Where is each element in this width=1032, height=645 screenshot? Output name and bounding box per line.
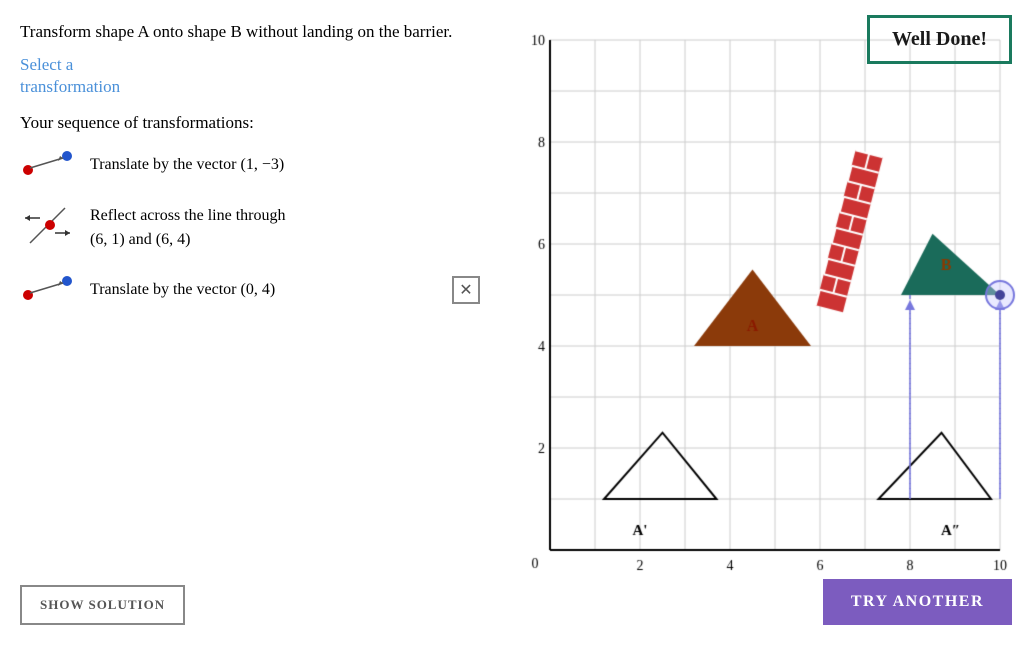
delete-button-3[interactable]: ✕: [452, 276, 480, 304]
transformation-item-2: Reflect across the line through(6, 1) an…: [20, 203, 480, 253]
main-container: Transform shape A onto shape B without l…: [0, 0, 1032, 645]
transformation-text-3: Translate by the vector (0, 4): [90, 278, 275, 302]
translate-icon-1: [20, 148, 75, 183]
transformation-list: Translate by the vector (1, −3): [20, 148, 480, 308]
transformation-item-3: Translate by the vector (0, 4) ✕: [20, 273, 480, 308]
transformation-text-2: Reflect across the line through(6, 1) an…: [90, 204, 286, 252]
left-panel: Transform shape A onto shape B without l…: [20, 20, 480, 625]
try-another-button[interactable]: TRY ANOTHER: [823, 579, 1012, 625]
sequence-title: Your sequence of transformations:: [20, 113, 480, 133]
reflect-icon: [20, 203, 75, 253]
transformation-text-1: Translate by the vector (1, −3): [90, 153, 284, 177]
show-solution-button[interactable]: SHOW SOLUTION: [20, 585, 185, 625]
select-transformation[interactable]: Select atransformation: [20, 54, 480, 98]
graph-area: [500, 20, 1012, 625]
well-done-badge: Well Done!: [867, 15, 1012, 64]
instruction-text: Transform shape A onto shape B without l…: [20, 20, 480, 44]
translate-icon-3: [20, 273, 75, 308]
transformation-item-1: Translate by the vector (1, −3): [20, 148, 480, 183]
